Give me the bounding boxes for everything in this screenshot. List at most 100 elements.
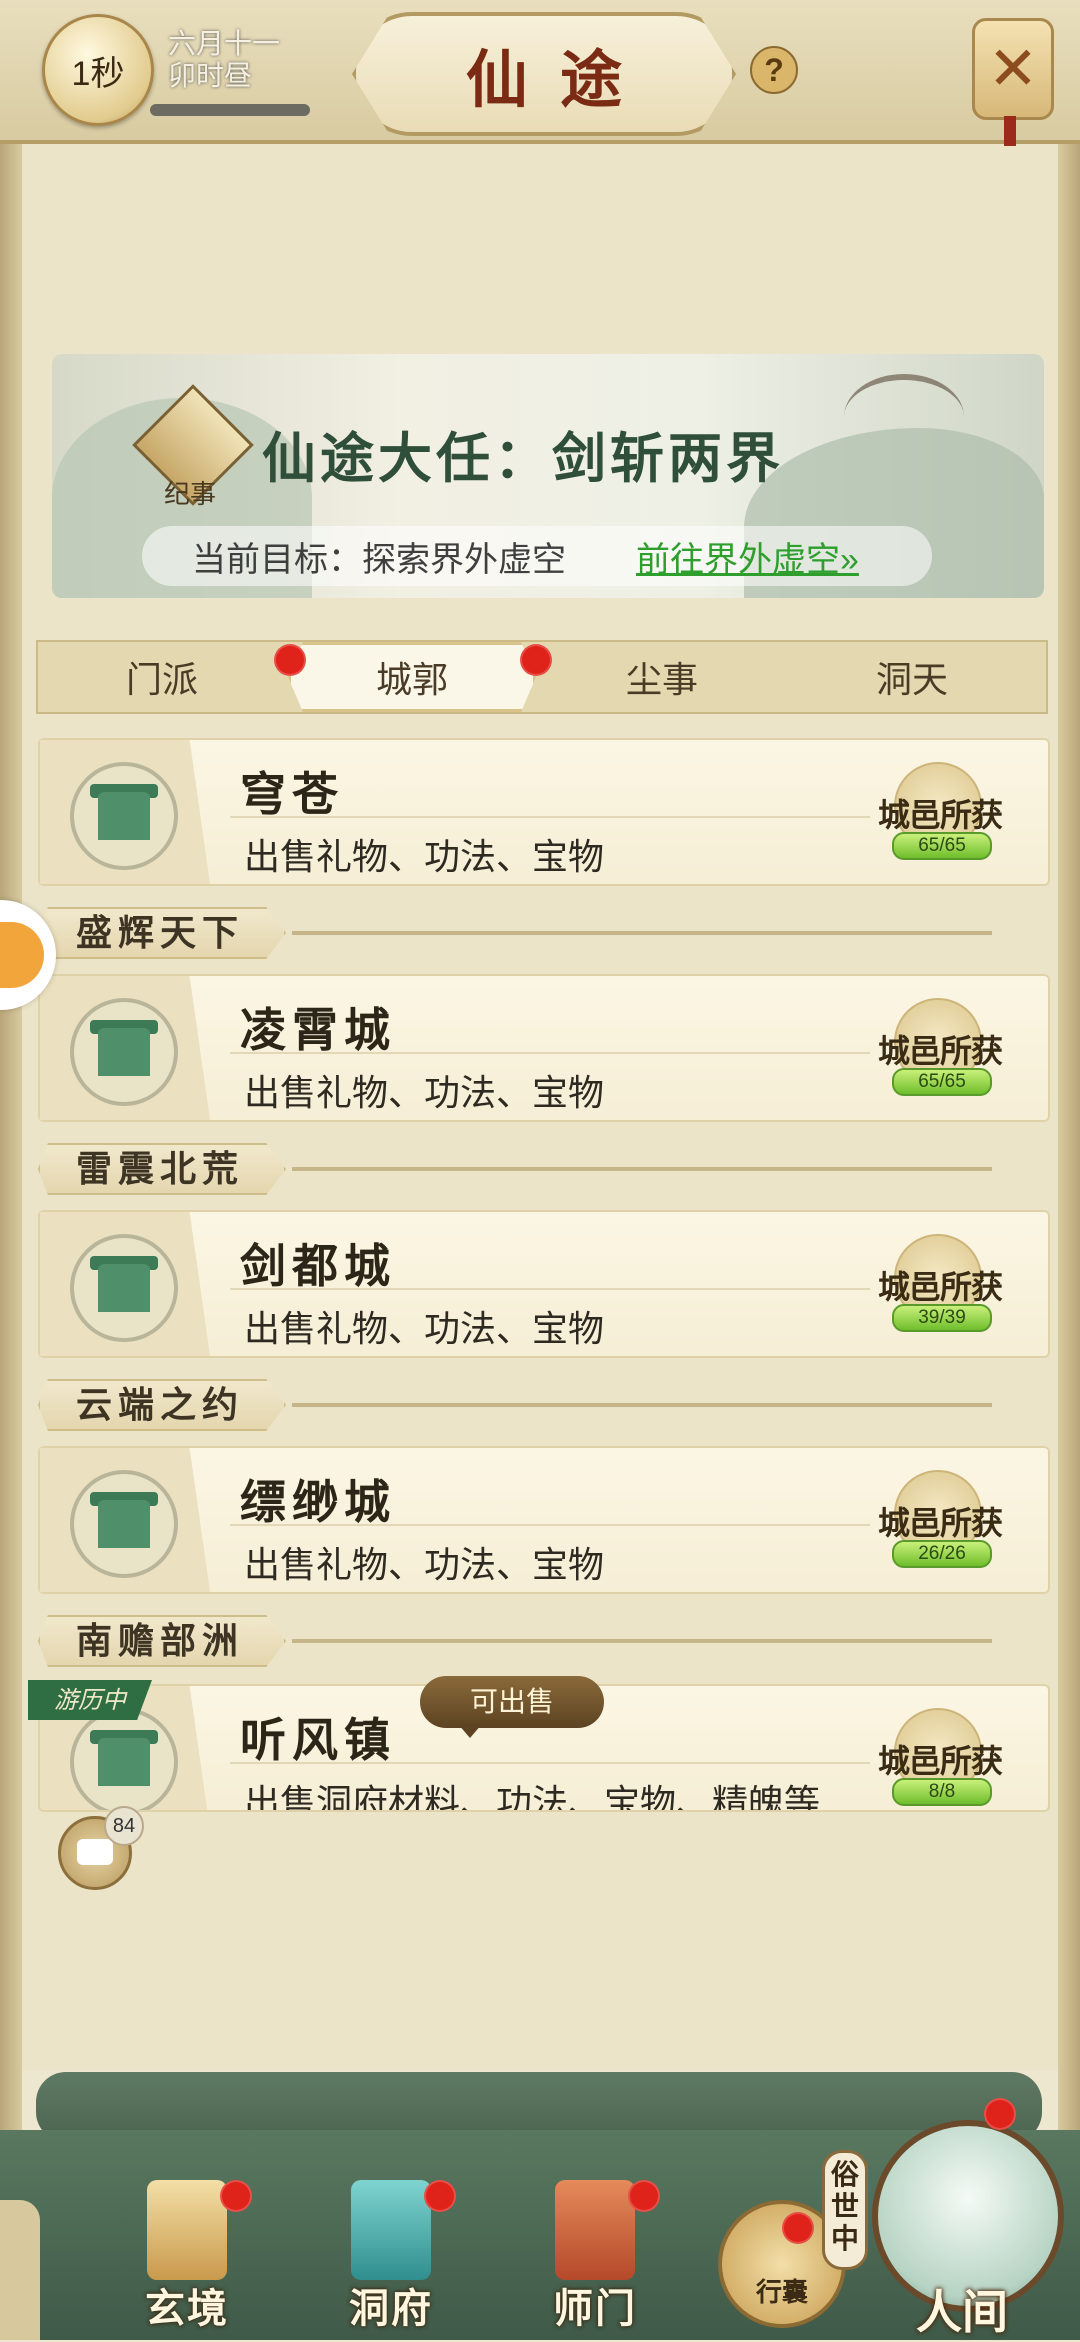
notification-dot	[782, 2212, 814, 2244]
city-card[interactable]: 剑都城 出售礼物、功法、宝物 城邑所获 39/39	[38, 1210, 1050, 1358]
nav-master-sect[interactable]: 师门	[520, 2180, 670, 2332]
city-reward-medal[interactable]: 城邑所获 8/8	[870, 1708, 1010, 1808]
city-card[interactable]: 穹苍 出售礼物、功法、宝物 城邑所获 65/65	[38, 738, 1050, 886]
city-gate-icon	[70, 1470, 178, 1578]
city-reward-medal[interactable]: 城邑所获 26/26	[870, 1470, 1010, 1570]
chronicle-badge: 纪事	[132, 384, 254, 514]
city-card[interactable]: 缥缈城 出售礼物、功法、宝物 城邑所获 26/26	[38, 1446, 1050, 1594]
goal-label: 当前目标：探索界外虚空	[192, 541, 566, 579]
notification-dot	[424, 2180, 456, 2212]
region-divider	[292, 1639, 993, 1643]
notification-dot	[274, 644, 306, 676]
tab-label: 尘事	[625, 659, 698, 700]
timer-label: 1秒	[71, 54, 125, 93]
top-bar: 1秒 六月十一 卯时昼 仙途 ? ✕	[0, 0, 1080, 146]
page-title: 仙途	[465, 43, 654, 116]
date-line-2: 卯时昼	[168, 60, 253, 91]
city-card[interactable]: 凌霄城 出售礼物、功法、宝物 城邑所获 65/65	[38, 974, 1050, 1122]
city-name: 穹苍	[240, 767, 344, 821]
tab-worldly-affairs[interactable]: 尘事	[538, 642, 786, 712]
city-name: 凌霄城	[240, 1003, 396, 1057]
world-status-tag: 俗世中	[822, 2150, 868, 2270]
region-label: 云端之约	[38, 1379, 287, 1431]
city-description: 出售礼物、功法、宝物	[244, 1308, 605, 1349]
goal-link[interactable]: 前往界外虚空»	[636, 532, 859, 581]
medal-label: 城邑所获	[877, 1742, 1003, 1780]
medal-label: 城邑所获	[877, 796, 1003, 834]
region-divider	[292, 1403, 993, 1407]
city-description: 出售洞府材料、功法、宝物、精魄等	[244, 1782, 821, 1812]
tab-label: 城郭	[375, 659, 448, 700]
chat-unread-count: 84	[104, 1806, 144, 1846]
notification-dot	[984, 2098, 1016, 2130]
city-reward-medal[interactable]: 城邑所获 65/65	[870, 998, 1010, 1098]
chat-icon	[77, 1839, 113, 1865]
scroll-icon	[147, 2180, 227, 2280]
region-header: 盛辉天下	[38, 906, 1048, 960]
nav-mystic-realm[interactable]: 玄境	[112, 2180, 262, 2332]
scroll-decoration	[0, 2200, 40, 2340]
city-gate-icon	[70, 1234, 178, 1342]
quest-title: 仙途大任：剑斩两界	[262, 426, 784, 490]
divider	[230, 1524, 870, 1526]
frame-left	[0, 0, 22, 2340]
game-date: 六月十一 卯时昼	[168, 28, 280, 92]
region-header: 南赡部洲	[38, 1614, 1048, 1668]
region-label: 南赡部洲	[38, 1615, 287, 1667]
reward-progress: 8/8	[892, 1778, 992, 1806]
nav-label: 洞府	[349, 2285, 433, 2332]
medal-label: 城邑所获	[877, 1032, 1003, 1070]
city-gate-icon	[70, 762, 178, 870]
traveling-tag: 游历中	[28, 1680, 152, 1720]
reward-progress: 65/65	[892, 1068, 992, 1096]
notification-dot	[628, 2180, 660, 2212]
tab-sect[interactable]: 门派	[38, 642, 286, 712]
close-icon[interactable]: ✕	[972, 18, 1054, 120]
world-label: 人间	[916, 2285, 1008, 2339]
city-description: 出售礼物、功法、宝物	[244, 1544, 605, 1585]
nav-cave-mansion[interactable]: 洞府	[316, 2180, 466, 2332]
tab-cave-heaven[interactable]: 洞天	[788, 642, 1036, 712]
reward-progress: 39/39	[892, 1304, 992, 1332]
region-divider	[292, 1167, 993, 1171]
title-plaque: 仙途	[352, 12, 736, 136]
timer-button[interactable]: 1秒	[42, 14, 154, 126]
bag-label: 行囊	[755, 2278, 808, 2308]
medal-label: 城邑所获	[877, 1504, 1003, 1542]
region-label: 雷震北荒	[38, 1143, 287, 1195]
frame-right	[1058, 0, 1080, 2340]
divider	[230, 1288, 870, 1290]
tree-decoration	[844, 374, 964, 460]
region-label: 盛辉天下	[38, 907, 287, 959]
city-reward-medal[interactable]: 城邑所获 39/39	[870, 1234, 1010, 1334]
time-progress-bar	[150, 104, 310, 116]
tab-label: 洞天	[875, 659, 948, 700]
region-divider	[292, 931, 993, 935]
region-header: 云端之约	[38, 1378, 1048, 1432]
divider	[230, 1052, 870, 1054]
world-button[interactable]: 人间	[862, 2100, 1064, 2340]
tag-pointer	[458, 1724, 482, 1738]
notification-dot	[220, 2180, 252, 2212]
reward-progress: 26/26	[892, 1540, 992, 1568]
city-name: 缥缈城	[240, 1475, 396, 1529]
nav-label: 玄境	[145, 2285, 229, 2332]
tab-label: 门派	[125, 659, 198, 700]
city-description: 出售礼物、功法、宝物	[244, 1072, 605, 1113]
sellable-tag: 可出售	[420, 1676, 604, 1728]
pavilion-icon	[351, 2180, 431, 2280]
dice-icon	[0, 922, 44, 988]
city-gate-icon	[70, 998, 178, 1106]
tassel-decoration	[1004, 116, 1016, 146]
city-name: 剑都城	[240, 1239, 396, 1293]
city-description: 出售礼物、功法、宝物	[244, 836, 605, 877]
region-header: 雷震北荒	[38, 1142, 1048, 1196]
date-line-1: 六月十一	[168, 28, 281, 59]
reward-progress: 65/65	[892, 832, 992, 860]
city-reward-medal[interactable]: 城邑所获 65/65	[870, 762, 1010, 862]
help-icon[interactable]: ?	[750, 46, 798, 94]
tab-city[interactable]: 城郭	[288, 642, 536, 712]
divider	[230, 816, 870, 818]
divider	[230, 1762, 870, 1764]
medal-label: 城邑所获	[877, 1268, 1003, 1306]
